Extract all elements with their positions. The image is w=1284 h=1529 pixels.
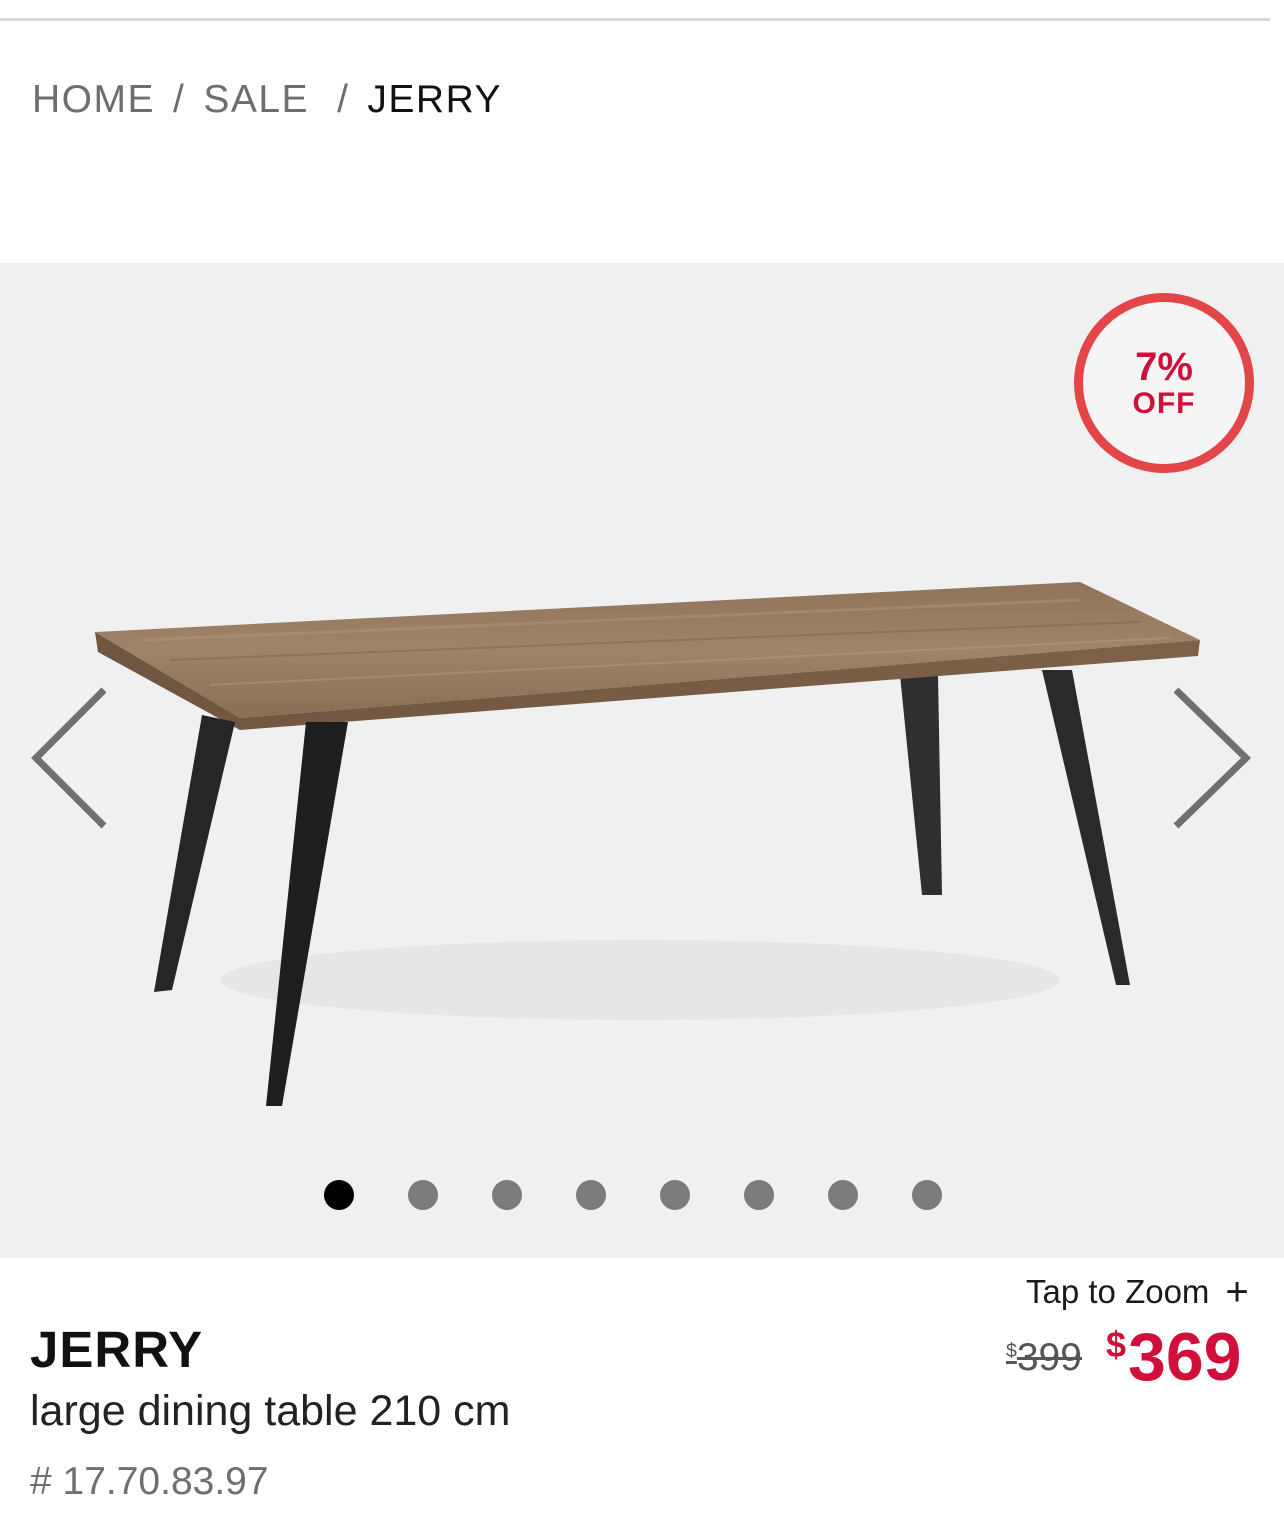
gallery-dot[interactable]	[408, 1180, 438, 1210]
breadcrumb-home-link[interactable]: HOME	[32, 78, 155, 122]
header-divider	[0, 18, 1270, 21]
chevron-right-icon	[1173, 687, 1252, 829]
gallery-dot[interactable]	[576, 1180, 606, 1210]
gallery-dot[interactable]	[324, 1180, 354, 1210]
discount-label: OFF	[1132, 387, 1196, 420]
gallery-dot[interactable]	[912, 1180, 942, 1210]
product-image[interactable]	[80, 560, 1220, 1140]
tap-to-zoom[interactable]: Tap to Zoom +	[1026, 1272, 1249, 1312]
product-description: large dining table 210 cm	[30, 1387, 511, 1435]
gallery-dot[interactable]	[828, 1180, 858, 1210]
currency-symbol: $	[1106, 1324, 1127, 1365]
previous-image-button[interactable]	[18, 680, 118, 840]
sale-price-value: 369	[1128, 1319, 1242, 1395]
chevron-left-icon	[31, 687, 107, 829]
original-price-value: 399	[1016, 1336, 1082, 1379]
breadcrumb-sale-link[interactable]: SALE	[203, 78, 309, 122]
product-sku: # 17.70.83.97	[30, 1460, 269, 1503]
plus-icon: +	[1225, 1270, 1249, 1314]
product-name: JERRY	[30, 1321, 204, 1378]
breadcrumb-current: JERRY	[367, 78, 503, 121]
breadcrumb-separator: /	[173, 78, 186, 121]
original-price: $399	[1006, 1336, 1082, 1380]
gallery-dot[interactable]	[660, 1180, 690, 1210]
currency-symbol: $	[1006, 1340, 1017, 1362]
gallery-dot[interactable]	[744, 1180, 774, 1210]
zoom-label: Tap to Zoom	[1026, 1273, 1210, 1310]
breadcrumb: HOME / SALE / JERRY	[32, 78, 502, 122]
next-image-button[interactable]	[1162, 680, 1262, 840]
breadcrumb-separator: /	[337, 78, 350, 121]
sale-price: $369	[1106, 1318, 1242, 1396]
discount-badge: 7% OFF	[1074, 293, 1254, 473]
gallery-dot[interactable]	[492, 1180, 522, 1210]
gallery-pagination	[0, 1180, 1284, 1212]
discount-percent: 7%	[1135, 345, 1193, 389]
